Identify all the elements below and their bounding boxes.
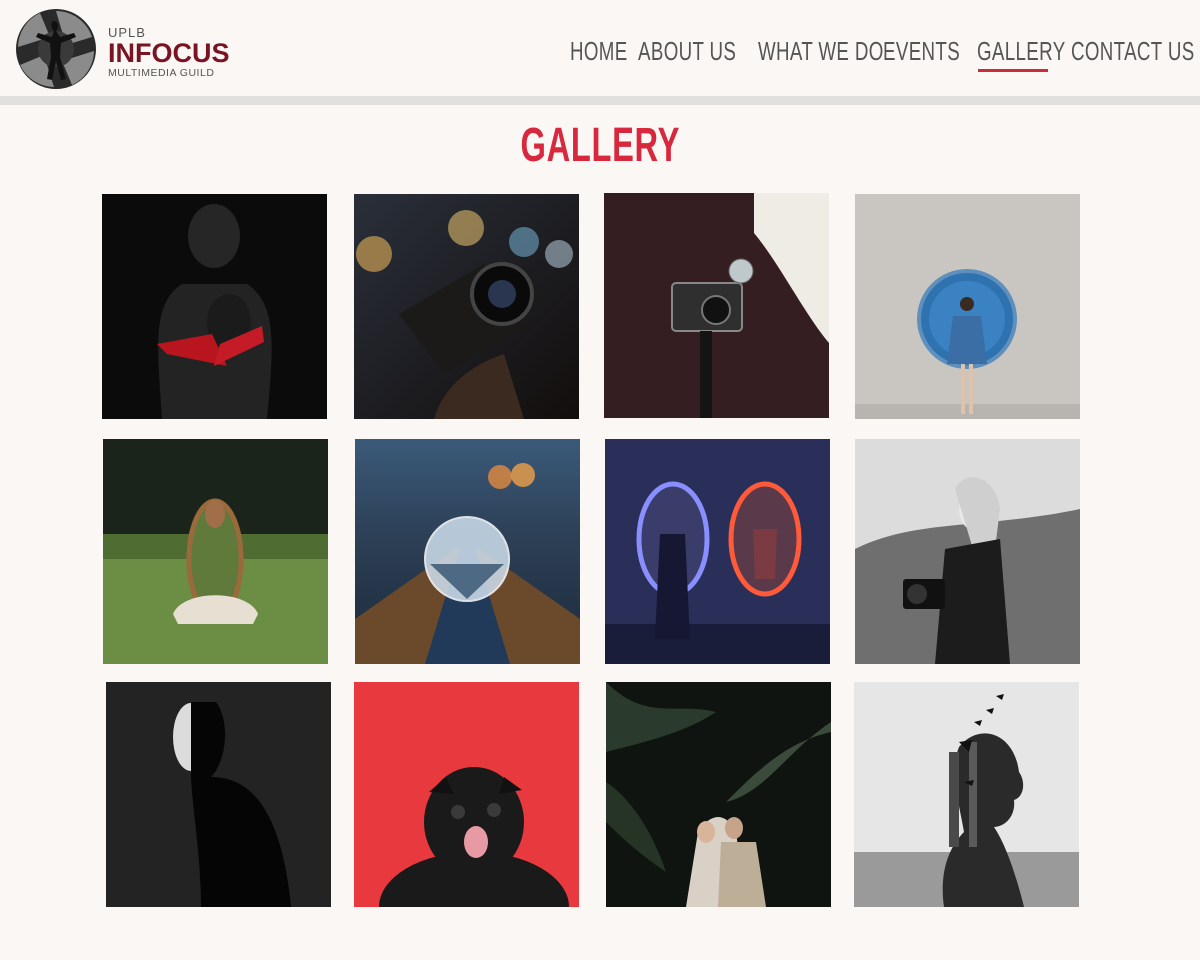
nav-active-indicator: [978, 69, 1048, 72]
site-logo[interactable]: UPLB INFOCUS MULTIMEDIA GUILD: [14, 7, 239, 91]
page-title-text: GALLERY: [520, 119, 680, 172]
nav-events[interactable]: EVENTS: [883, 36, 960, 67]
logo-line-guild: MULTIMEDIA GUILD: [108, 67, 215, 79]
header-divider: [0, 96, 1200, 105]
couple-in-ferns-image[interactable]: [606, 682, 831, 907]
aperture-logo-icon: [16, 9, 96, 89]
vintage-camera-image[interactable]: [604, 193, 829, 418]
nav-about-us[interactable]: ABOUT US: [638, 36, 736, 67]
double-exposure-birds-image[interactable]: [854, 682, 1079, 907]
logo-wordmark: UPLB INFOCUS MULTIMEDIA GUILD: [108, 26, 230, 79]
nav-gallery[interactable]: GALLERY: [977, 36, 1066, 67]
site-header: UPLB INFOCUS MULTIMEDIA GUILD HOME ABOUT…: [0, 0, 1200, 96]
nav-what-we-do[interactable]: WHAT WE DO: [758, 36, 884, 67]
crystal-ball-road-image[interactable]: [355, 439, 580, 664]
woman-with-camera-image[interactable]: [855, 439, 1080, 664]
nav-home[interactable]: HOME: [570, 36, 628, 67]
page-title: GALLERY: [0, 118, 1200, 173]
shadow-silhouette-image[interactable]: [106, 682, 331, 907]
nav-contact-us[interactable]: CONTACT US: [1071, 36, 1195, 67]
woman-holding-mirror-image[interactable]: [103, 439, 328, 664]
neon-mirror-portal-image[interactable]: [605, 439, 830, 664]
woman-blue-circle-image[interactable]: [855, 194, 1080, 419]
dark-body-portrait-image[interactable]: [102, 194, 327, 419]
pug-red-background-image[interactable]: [354, 682, 579, 907]
logo-line-infocus: INFOCUS: [108, 38, 230, 68]
hand-holding-camera-image[interactable]: [354, 194, 579, 419]
